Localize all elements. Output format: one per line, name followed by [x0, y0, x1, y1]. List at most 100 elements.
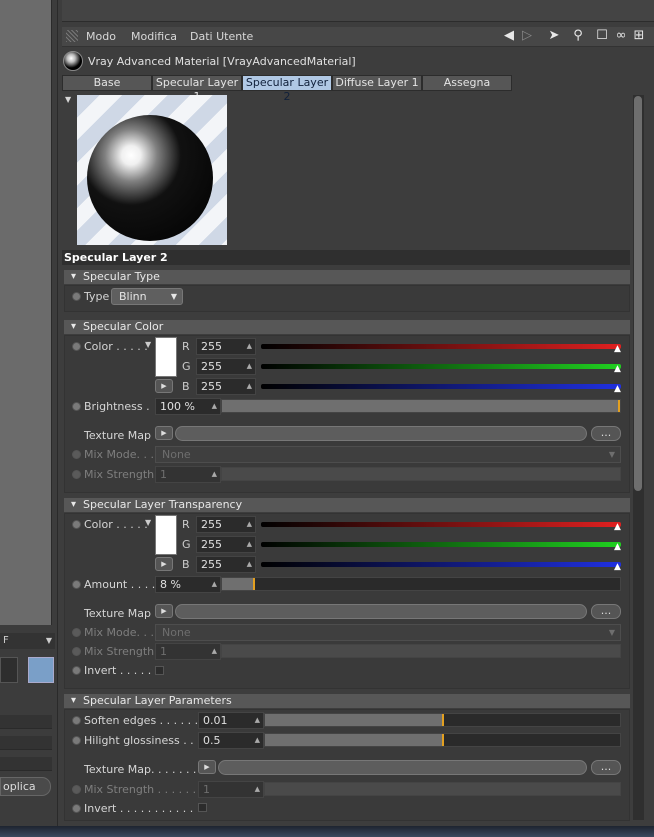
r-slider[interactable]: [261, 522, 621, 527]
material-title: Vray Advanced Material [VrayAdvancedMate…: [88, 55, 356, 68]
animation-dot[interactable]: [72, 736, 81, 745]
tab-specular-layer-2[interactable]: Specular Layer 2: [242, 75, 332, 103]
stepper-icon: ▲: [211, 580, 217, 588]
r-field[interactable]: 255 ▲: [196, 338, 256, 355]
lock-icon[interactable]: ☐: [594, 28, 610, 44]
texture-expand-button[interactable]: ▶: [198, 760, 216, 774]
hilight-glossiness-label: Hilight glossiness . . .: [84, 734, 201, 747]
g-slider[interactable]: [261, 542, 621, 547]
invert-checkbox[interactable]: [155, 666, 164, 675]
link-icon[interactable]: ∞: [613, 28, 629, 44]
left-row[interactable]: [0, 757, 52, 771]
chevron-down-icon: ▼: [608, 450, 615, 459]
amount-field[interactable]: 8 % ▲: [155, 576, 221, 593]
slider-handle-icon[interactable]: ▲: [614, 364, 621, 374]
g-field[interactable]: 255 ▲: [196, 358, 256, 375]
tab-diffuse-layer-1[interactable]: Diffuse Layer 1: [332, 75, 422, 91]
tab-specular-layer-1[interactable]: Specular Layer 1: [152, 75, 242, 103]
new-window-icon[interactable]: ⊞: [631, 28, 647, 44]
left-field-value: F: [3, 635, 9, 646]
animation-dot[interactable]: [72, 402, 81, 411]
texture-map-field[interactable]: [175, 604, 587, 619]
soften-edges-slider[interactable]: [264, 713, 621, 727]
arrow-back-icon[interactable]: ◀: [501, 28, 517, 44]
section-specular-parameters[interactable]: Specular Layer Parameters: [64, 694, 630, 708]
b-slider[interactable]: [261, 562, 621, 567]
section-body: [64, 513, 630, 689]
texture-expand-button[interactable]: ▶: [155, 604, 173, 618]
menu-item-dati-utente[interactable]: Dati Utente: [190, 30, 253, 43]
browse-button[interactable]: ...: [591, 760, 621, 775]
invert-label: Invert . . . . . . . . . . .: [84, 802, 194, 815]
caret-down-icon[interactable]: ▼: [65, 95, 71, 104]
g-slider[interactable]: [261, 364, 621, 369]
left-row[interactable]: [0, 715, 52, 729]
color-swatch[interactable]: [155, 337, 177, 377]
r-slider[interactable]: [261, 344, 621, 349]
hilight-glossiness-field[interactable]: 0.5 ▲: [198, 732, 264, 749]
brightness-slider[interactable]: [221, 399, 621, 413]
left-field[interactable]: F ▼: [0, 633, 55, 649]
texture-map-label: Texture Map: [84, 429, 151, 442]
left-row[interactable]: [0, 736, 52, 750]
slider-handle-icon[interactable]: ▲: [614, 344, 621, 354]
section-specular-type[interactable]: Specular Type: [64, 270, 630, 284]
section-specular-color[interactable]: Specular Color: [64, 320, 630, 334]
b-field[interactable]: 255 ▲: [196, 378, 256, 395]
tab-assegna[interactable]: Assegna: [422, 75, 512, 91]
menu-item-modifica[interactable]: Modifica: [131, 30, 177, 43]
apply-button[interactable]: oplica: [0, 777, 51, 796]
pointer-up-icon[interactable]: ➤: [546, 28, 562, 44]
grip-icon[interactable]: [66, 30, 78, 42]
slider-handle-icon[interactable]: ▲: [614, 522, 621, 532]
stepper-icon: ▲: [211, 647, 217, 655]
scrollbar-thumb[interactable]: [634, 96, 642, 491]
soften-edges-field[interactable]: 0.01 ▲: [198, 712, 264, 729]
slider-handle-icon[interactable]: ▲: [614, 542, 621, 552]
slider-handle-icon[interactable]: ▲: [614, 562, 621, 572]
channel-b-label: B: [182, 380, 190, 393]
g-value: 255: [201, 360, 222, 373]
animation-dot[interactable]: [72, 666, 81, 675]
caret-down-icon[interactable]: ▼: [145, 340, 151, 349]
tab-base[interactable]: Base: [62, 75, 152, 91]
film-icon[interactable]: [28, 657, 54, 683]
expand-button[interactable]: ▶: [155, 557, 173, 571]
browse-button[interactable]: ...: [591, 426, 621, 441]
type-dropdown[interactable]: Blinn ▼: [111, 288, 183, 305]
mix-mode-label: Mix Mode. . .: [84, 626, 155, 639]
animation-dot[interactable]: [72, 580, 81, 589]
b-slider[interactable]: [261, 384, 621, 389]
animation-dot[interactable]: [72, 520, 81, 529]
caret-down-icon[interactable]: ▼: [145, 518, 151, 527]
invert-checkbox[interactable]: [198, 803, 207, 812]
arrow-forward-icon[interactable]: ▷: [519, 28, 535, 44]
texture-expand-button[interactable]: ▶: [155, 426, 173, 440]
texture-map-field[interactable]: [175, 426, 587, 441]
browse-button[interactable]: ...: [591, 604, 621, 619]
animation-dot[interactable]: [72, 292, 81, 301]
search-icon[interactable]: ⚲: [570, 28, 586, 44]
amount-slider[interactable]: [221, 577, 621, 591]
animation-dot[interactable]: [72, 342, 81, 351]
texture-map-field[interactable]: [218, 760, 587, 775]
slider-handle-icon[interactable]: ▲: [614, 384, 621, 394]
animation-dot: [72, 647, 81, 656]
material-icon: [63, 51, 83, 71]
animation-dot[interactable]: [72, 804, 81, 813]
brightness-field[interactable]: 100 % ▲: [155, 398, 221, 415]
g-field[interactable]: 255 ▲: [196, 536, 256, 553]
animation-dot[interactable]: [72, 716, 81, 725]
hilight-glossiness-slider[interactable]: [264, 733, 621, 747]
grid-icon[interactable]: [0, 657, 18, 683]
color-swatch[interactable]: [155, 515, 177, 555]
b-field[interactable]: 255 ▲: [196, 556, 256, 573]
menu-item-modo[interactable]: Modo: [86, 30, 116, 43]
viewport-area: [0, 0, 52, 625]
section-specular-transparency[interactable]: Specular Layer Transparency: [64, 498, 630, 512]
expand-button[interactable]: ▶: [155, 379, 173, 393]
invert-label: Invert . . . . .: [84, 664, 152, 677]
r-field[interactable]: 255 ▲: [196, 516, 256, 533]
mix-strength-field: 1 ▲: [198, 781, 264, 798]
type-label: Type: [84, 290, 110, 303]
